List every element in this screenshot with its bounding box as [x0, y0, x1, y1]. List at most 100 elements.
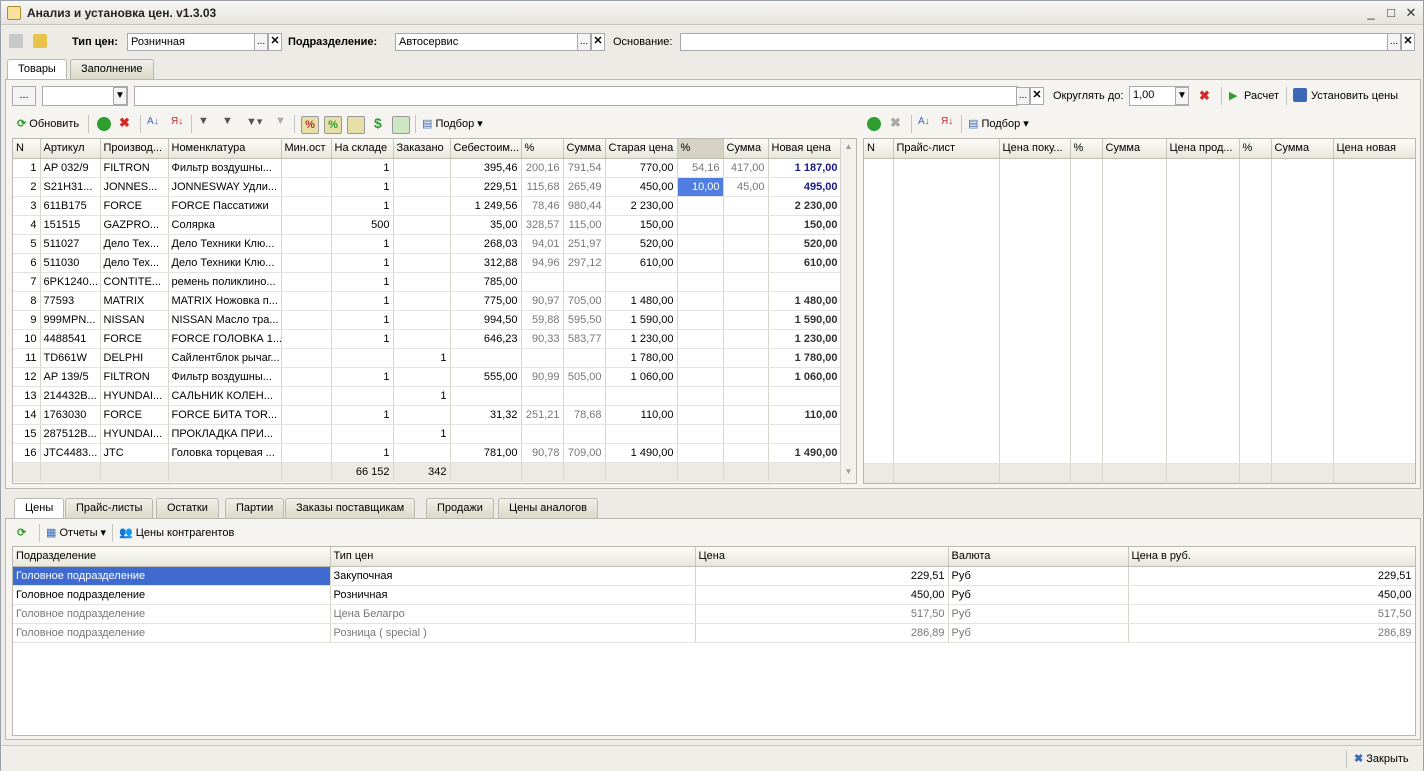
goods-cell[interactable]: 6PK1240... [40, 272, 101, 292]
add-pricelist-icon[interactable] [867, 117, 881, 131]
goods-cell[interactable] [393, 329, 451, 349]
goods-cell[interactable]: 14 [13, 405, 41, 425]
goods-cell[interactable] [281, 367, 332, 387]
cancel-icon[interactable]: ✖ [1199, 88, 1210, 104]
goods-cell[interactable]: 1 [331, 272, 394, 292]
goods-cell[interactable]: 791,54 [563, 158, 606, 178]
goods-col-header[interactable]: % [677, 139, 724, 159]
goods-col-header[interactable]: Артикул [40, 139, 101, 159]
goods-cell[interactable] [723, 291, 769, 311]
goods-cell[interactable]: FORCE БИТА TOR... [168, 405, 282, 425]
filter-search-input[interactable] [134, 86, 1018, 106]
goods-cell[interactable]: 1 [331, 329, 394, 349]
filter-clear-button[interactable]: ✕ [1030, 87, 1044, 105]
division-select-button[interactable]: ... [577, 33, 591, 51]
goods-cell[interactable] [723, 272, 769, 292]
goods-cell[interactable]: 1 780,00 [768, 348, 842, 368]
goods-cell[interactable]: 11 [13, 348, 41, 368]
refresh-button[interactable]: ⟳ Обновить [17, 114, 79, 134]
goods-cell[interactable] [677, 329, 724, 349]
goods-cell[interactable]: TD661W [40, 348, 101, 368]
goods-cell[interactable]: 511027 [40, 234, 101, 254]
goods-cell[interactable] [723, 348, 769, 368]
goods-cell[interactable]: Головка торцевая ... [168, 443, 282, 463]
goods-cell[interactable] [393, 405, 451, 425]
goods-cell[interactable]: 1 [331, 291, 394, 311]
add-icon[interactable] [97, 117, 111, 131]
edit-icon[interactable] [33, 34, 47, 48]
goods-cell[interactable] [563, 348, 606, 368]
goods-cell[interactable]: Фильтр воздушны... [168, 367, 282, 387]
goods-cell[interactable]: 583,77 [563, 329, 606, 349]
goods-cell[interactable] [723, 329, 769, 349]
division-clear-button[interactable]: ✕ [591, 33, 605, 51]
goods-cell[interactable] [393, 177, 451, 197]
goods-col-header[interactable]: N [13, 139, 41, 159]
goods-cell[interactable] [677, 196, 724, 216]
goods-cell[interactable]: 4 [13, 215, 41, 235]
goods-cell[interactable]: 611B175 [40, 196, 101, 216]
prices-cell[interactable]: 286,89 [695, 623, 949, 643]
prices-cell[interactable]: 286,89 [1128, 623, 1415, 643]
close-window-button[interactable]: ✕ [1403, 5, 1419, 21]
goods-cell[interactable] [393, 291, 451, 311]
goods-cell[interactable]: 1 [393, 348, 451, 368]
goods-cell[interactable]: Солярка [168, 215, 282, 235]
prices-cell[interactable]: Головное подразделение [13, 566, 331, 586]
prices-cell[interactable]: 450,00 [695, 585, 949, 605]
price-type-select-button[interactable]: ... [254, 33, 268, 51]
filter-off-icon[interactable]: ▼ [275, 115, 286, 127]
goods-cell[interactable]: 94,01 [521, 234, 564, 254]
goods-cell[interactable]: 770,00 [605, 158, 678, 178]
goods-cell[interactable] [768, 424, 842, 444]
goods-cell[interactable]: 595,50 [563, 310, 606, 330]
select-button[interactable]: ▤ Подбор ▾ [422, 114, 483, 134]
goods-cell[interactable] [393, 310, 451, 330]
filter-list-icon[interactable]: ▼▾ [246, 115, 262, 128]
goods-cell[interactable]: 15 [13, 424, 41, 444]
goods-cell[interactable]: 1 [393, 386, 451, 406]
tab-fill[interactable]: Заполнение [70, 59, 154, 79]
goods-cell[interactable]: 450,00 [605, 177, 678, 197]
prices-cell[interactable]: Цена Белагро [330, 604, 696, 624]
goods-col-header[interactable]: Себестоим... [450, 139, 522, 159]
goods-cell[interactable]: Сайлентблок рычаг... [168, 348, 282, 368]
prices-refresh-button[interactable]: ⟳ [17, 523, 26, 543]
goods-cell[interactable] [450, 348, 522, 368]
goods-col-header[interactable]: Номенклатура [168, 139, 282, 159]
goods-cell[interactable]: 1 590,00 [768, 310, 842, 330]
goods-cell[interactable] [723, 253, 769, 273]
goods-cell[interactable] [281, 310, 332, 330]
goods-cell[interactable] [281, 329, 332, 349]
sort-asc-icon[interactable]: A↓ [147, 116, 159, 127]
goods-cell[interactable]: 785,00 [450, 272, 522, 292]
goods-cell[interactable]: AP 139/5 [40, 367, 101, 387]
prices-cell[interactable]: Руб [948, 623, 1129, 643]
goods-cell[interactable]: 13 [13, 386, 41, 406]
goods-scrollbar[interactable]: ▲ ▼ [840, 139, 856, 483]
goods-cell[interactable]: AP 032/9 [40, 158, 101, 178]
goods-col-header[interactable]: Сумма [563, 139, 606, 159]
goods-cell[interactable] [723, 386, 769, 406]
goods-cell[interactable]: 555,00 [450, 367, 522, 387]
goods-cell[interactable]: 10,00 [677, 177, 724, 197]
goods-cell[interactable] [677, 291, 724, 311]
prices-col-header[interactable]: Цена [695, 547, 949, 567]
scroll-down-icon[interactable]: ▼ [841, 467, 856, 476]
goods-cell[interactable]: Дело Тех... [100, 234, 169, 254]
table-row[interactable]: Головное подразделение Закупочная 229,51 Ру… [13, 566, 1415, 586]
goods-cell[interactable] [723, 405, 769, 425]
pricelist-col-header[interactable]: Цена новая [1333, 139, 1415, 159]
goods-cell[interactable] [677, 405, 724, 425]
goods-cell[interactable] [723, 215, 769, 235]
goods-cell[interactable]: 395,46 [450, 158, 522, 178]
goods-cell[interactable]: 781,00 [450, 443, 522, 463]
tab-bottom-2[interactable]: Остатки [156, 498, 219, 518]
goods-cell[interactable]: FORCE [100, 405, 169, 425]
goods-cell[interactable]: 1 [331, 196, 394, 216]
basis-select-button[interactable]: ... [1387, 33, 1401, 51]
goods-cell[interactable] [281, 348, 332, 368]
pricelist-col-header[interactable]: % [1239, 139, 1272, 159]
sort-desc-right-icon[interactable]: Я↓ [941, 116, 953, 127]
prices-cell[interactable]: Розница ( special ) [330, 623, 696, 643]
